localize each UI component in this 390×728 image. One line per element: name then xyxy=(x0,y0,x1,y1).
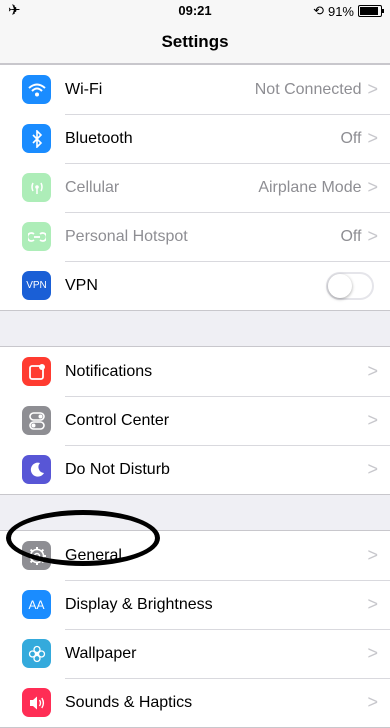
notifications-icon xyxy=(22,357,51,386)
chevron-right-icon: > xyxy=(367,410,378,430)
chevron-right-icon: > xyxy=(367,361,378,381)
hotspot-icon xyxy=(22,222,51,251)
chevron-right-icon: > xyxy=(367,177,378,197)
chevron-right-icon: > xyxy=(367,643,378,663)
settings-row-label: Cellular xyxy=(65,178,120,196)
settings-row-wallpaper[interactable]: Wallpaper > xyxy=(0,629,390,678)
chevron-right-icon: > xyxy=(367,545,378,565)
display-icon-text: AA xyxy=(28,597,45,612)
chevron-right-icon: > xyxy=(367,79,378,99)
settings-row-sounds-haptics[interactable]: Sounds & Haptics > xyxy=(0,678,390,727)
annotation-circle xyxy=(6,510,160,566)
moon-icon xyxy=(22,455,51,484)
chevron-right-icon: > xyxy=(367,594,378,614)
settings-row-wifi[interactable]: Wi-Fi Not Connected > xyxy=(0,65,390,114)
settings-row-label: Wallpaper xyxy=(65,644,137,662)
settings-row-label: Control Center xyxy=(65,411,170,429)
chevron-right-icon: > xyxy=(367,226,378,246)
settings-row-control-center[interactable]: Control Center > xyxy=(0,396,390,445)
settings-row-label: Display & Brightness xyxy=(65,595,213,613)
chevron-right-icon: > xyxy=(367,128,378,148)
settings-row-personal-hotspot[interactable]: Personal Hotspot Off > xyxy=(0,212,390,261)
settings-row-label: Personal Hotspot xyxy=(65,227,188,245)
vpn-toggle[interactable] xyxy=(326,271,374,300)
settings-group-alerts: Notifications > Control Center > Do Not … xyxy=(0,346,390,495)
display-brightness-icon: AA xyxy=(22,590,51,619)
navigation-bar: Settings xyxy=(0,20,390,64)
status-right: ⟲ 91% xyxy=(313,3,384,19)
rotation-lock-icon: ⟲ xyxy=(313,3,324,18)
battery-icon xyxy=(358,5,384,17)
settings-row-cellular[interactable]: Cellular Airplane Mode > xyxy=(0,163,390,212)
status-bar: ✈ 09:21 ⟲ 91% xyxy=(0,0,390,20)
settings-row-label: Do Not Disturb xyxy=(65,460,170,478)
speaker-icon xyxy=(22,688,51,717)
wifi-icon xyxy=(22,75,51,104)
settings-row-label: VPN xyxy=(65,276,98,294)
control-center-icon xyxy=(22,406,51,435)
vpn-icon-text: VPN xyxy=(26,280,47,291)
settings-row-display-brightness[interactable]: AA Display & Brightness > xyxy=(0,580,390,629)
settings-list: Wi-Fi Not Connected > Bluetooth Off > Ce… xyxy=(0,64,390,728)
battery-percent: 91% xyxy=(327,3,354,19)
settings-row-value: Off xyxy=(340,129,362,147)
settings-row-vpn[interactable]: VPN VPN xyxy=(0,261,390,310)
settings-row-value: Off xyxy=(340,227,362,245)
settings-group-connectivity: Wi-Fi Not Connected > Bluetooth Off > Ce… xyxy=(0,64,390,311)
chevron-right-icon: > xyxy=(367,459,378,479)
settings-row-label: Bluetooth xyxy=(65,129,133,147)
flower-icon xyxy=(22,639,51,668)
bluetooth-icon xyxy=(22,124,51,153)
settings-row-label: Notifications xyxy=(65,362,153,380)
chevron-right-icon: > xyxy=(367,692,378,712)
vpn-icon: VPN xyxy=(22,271,51,300)
cellular-icon xyxy=(22,173,51,202)
settings-row-label: Wi-Fi xyxy=(65,80,103,98)
settings-row-do-not-disturb[interactable]: Do Not Disturb > xyxy=(0,445,390,494)
toggle-knob xyxy=(328,273,352,298)
settings-row-value: Not Connected xyxy=(254,80,362,98)
settings-row-value: Airplane Mode xyxy=(258,178,362,196)
page-title: Settings xyxy=(161,32,229,51)
settings-row-notifications[interactable]: Notifications > xyxy=(0,347,390,396)
settings-row-bluetooth[interactable]: Bluetooth Off > xyxy=(0,114,390,163)
settings-row-label: Sounds & Haptics xyxy=(65,693,193,711)
